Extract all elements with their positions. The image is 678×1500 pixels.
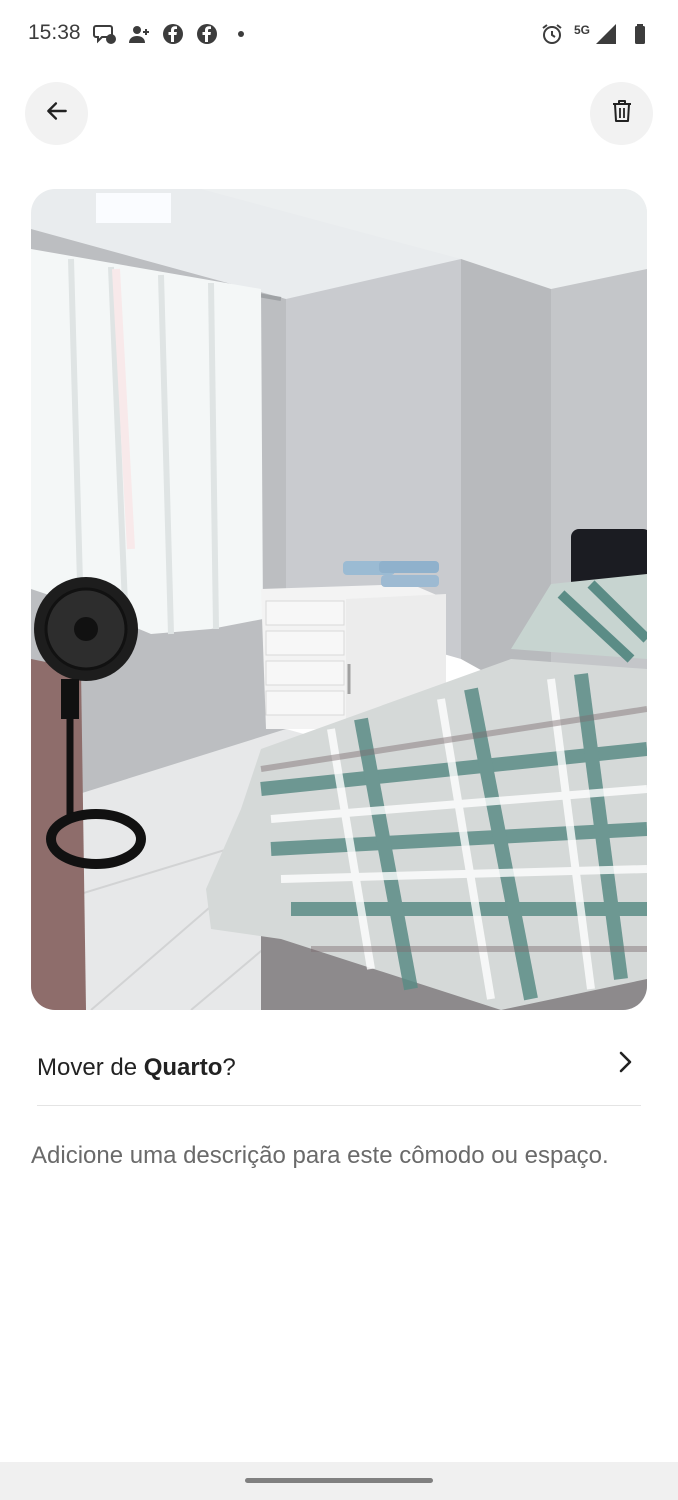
status-time: 15:38 [28, 21, 81, 44]
move-room-text: Mover de Quarto? [37, 1054, 236, 1082]
chevron-right-icon [613, 1050, 637, 1074]
home-gesture-handle[interactable] [245, 1478, 433, 1483]
battery-icon [628, 22, 652, 46]
back-button[interactable] [25, 82, 88, 145]
alarm-icon [540, 22, 564, 46]
move-room-row[interactable]: Mover de Quarto? [37, 1030, 641, 1106]
dot-icon [229, 22, 253, 46]
facebook-icon [161, 22, 185, 46]
status-bar: 15:38 5G [0, 0, 678, 70]
trash-icon [610, 98, 634, 129]
facebook-icon [195, 22, 219, 46]
room-name: Quarto [143, 1053, 223, 1081]
move-room-suffix: ? [222, 1053, 236, 1081]
navigation-bar [0, 1462, 678, 1500]
signal-icon [594, 22, 618, 46]
chat-icon [93, 22, 117, 46]
move-room-prefix: Mover de [37, 1053, 144, 1081]
delete-button[interactable] [590, 82, 653, 145]
arrow-left-icon [44, 98, 70, 129]
room-photo[interactable] [31, 189, 647, 1010]
description-field[interactable]: Adicione uma descrição para este cômodo … [31, 1137, 631, 1175]
network-label: 5G [573, 23, 590, 37]
add-contact-icon [127, 22, 151, 46]
system-icons: 5G [540, 22, 652, 46]
notification-icons [93, 22, 253, 46]
